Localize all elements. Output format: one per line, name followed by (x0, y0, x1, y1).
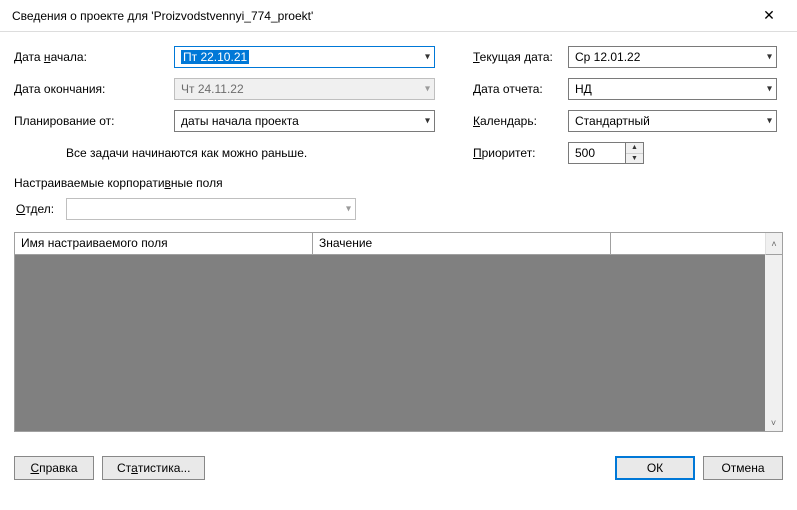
grid-col-name[interactable]: Имя настраиваемого поля (15, 233, 313, 255)
calendar-combo[interactable]: Стандартный ▾ (568, 110, 777, 132)
priority-value: 500 (575, 146, 595, 160)
close-button[interactable]: ✕ (749, 2, 789, 30)
chevron-down-icon: ▾ (425, 52, 430, 63)
report-date-label: Дата отчета: (473, 82, 568, 96)
schedule-from-label: Планирование от: (14, 114, 174, 128)
dialog-content: Дата начала: Пт 22.10.21 ▾ Текущая дата:… (0, 32, 797, 442)
close-icon: ✕ (763, 7, 775, 24)
help-button[interactable]: Справка (14, 456, 94, 480)
end-date-combo: Чт 24.11.22 ▾ (174, 78, 435, 100)
spinner-down[interactable]: ▼ (626, 154, 643, 164)
spinner-up[interactable]: ▲ (626, 143, 643, 154)
department-row: Отдел: ▾ (14, 198, 783, 220)
end-date-label: Дата окончания: (14, 82, 174, 96)
chevron-down-icon: ▾ (346, 204, 351, 215)
current-date-combo[interactable]: Ср 12.01.22 ▾ (568, 46, 777, 68)
schedule-help-text: Все задачи начинаются как можно раньше. (14, 146, 435, 160)
end-date-value: Чт 24.11.22 (181, 82, 244, 96)
calendar-value: Стандартный (575, 114, 650, 128)
chevron-down-icon: ▾ (767, 84, 772, 95)
dialog-title: Сведения о проекте для 'Proizvodstvennyi… (12, 9, 313, 23)
grid-col-empty (611, 233, 765, 255)
priority-input[interactable]: 500 (568, 142, 626, 164)
grid-col-value[interactable]: Значение (313, 233, 611, 255)
custom-fields-section-label: Настраиваемые корпоративные поля (14, 176, 783, 190)
priority-field: 500 ▲ ▼ (568, 142, 777, 164)
scroll-up-button[interactable]: ˄ (765, 233, 782, 255)
statistics-button[interactable]: Статистика... (102, 456, 205, 480)
chevron-down-icon: ▾ (425, 116, 430, 127)
current-date-value: Ср 12.01.22 (575, 50, 640, 64)
report-date-value: НД (575, 82, 592, 96)
ok-button[interactable]: ОК (615, 456, 695, 480)
grid-scrollbar[interactable]: ˅ (765, 255, 782, 431)
start-date-value: Пт 22.10.21 (181, 50, 249, 64)
calendar-label: Календарь: (473, 114, 568, 128)
titlebar: Сведения о проекте для 'Proizvodstvennyi… (0, 0, 797, 32)
start-date-combo[interactable]: Пт 22.10.21 ▾ (174, 46, 435, 68)
form-grid: Дата начала: Пт 22.10.21 ▾ Текущая дата:… (14, 46, 783, 164)
chevron-down-icon: ▾ (425, 84, 430, 95)
report-date-combo[interactable]: НД ▾ (568, 78, 777, 100)
department-combo[interactable]: ▾ (66, 198, 356, 220)
schedule-from-value: даты начала проекта (181, 114, 299, 128)
department-label: Отдел: (16, 202, 54, 216)
chevron-down-icon: ▾ (767, 116, 772, 127)
priority-spinner: ▲ ▼ (626, 142, 644, 164)
grid-header: Имя настраиваемого поля Значение ˄ (15, 233, 782, 255)
scroll-down-button[interactable]: ˅ (765, 414, 782, 431)
grid-body[interactable]: ˅ (15, 255, 782, 431)
current-date-label: Текущая дата: (473, 50, 568, 64)
custom-fields-grid: Имя настраиваемого поля Значение ˄ ˅ (14, 232, 783, 432)
schedule-from-combo[interactable]: даты начала проекта ▾ (174, 110, 435, 132)
chevron-down-icon: ▾ (767, 52, 772, 63)
start-date-label: Дата начала: (14, 50, 174, 64)
priority-label: Приоритет: (473, 146, 568, 160)
cancel-button[interactable]: Отмена (703, 456, 783, 480)
button-bar: Справка Статистика... ОК Отмена (0, 442, 797, 494)
